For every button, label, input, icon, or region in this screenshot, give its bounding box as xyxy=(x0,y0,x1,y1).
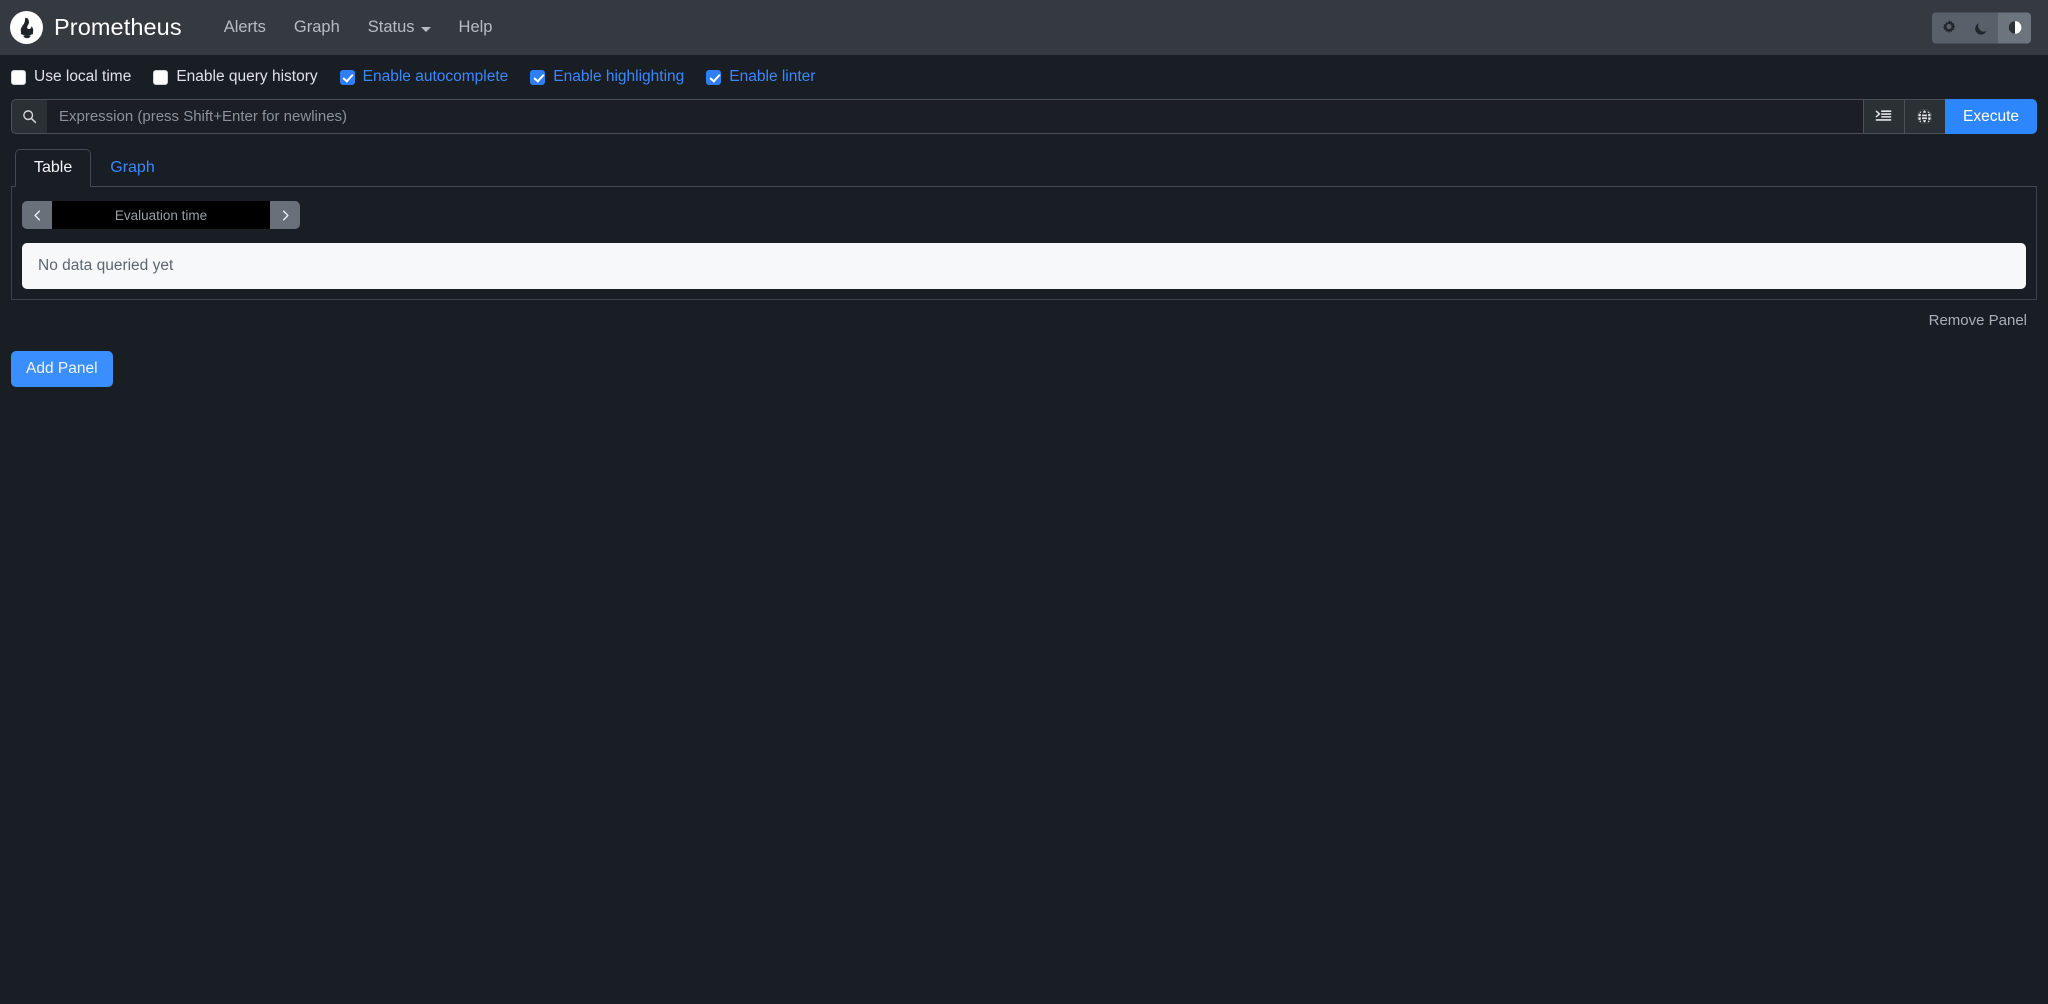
prometheus-torch-logo-icon xyxy=(10,11,43,44)
nav-link-help-label: Help xyxy=(458,18,493,36)
enable-autocomplete-label: Enable autocomplete xyxy=(362,68,509,85)
eval-time-prev-button[interactable] xyxy=(22,201,52,229)
panel-tabs: Table Graph xyxy=(11,149,2037,187)
nav-link-alerts[interactable]: Alerts xyxy=(210,12,280,43)
enable-linter-label: Enable linter xyxy=(729,68,816,85)
light-theme-button[interactable] xyxy=(1932,12,1965,43)
nav-link-graph-label: Graph xyxy=(293,18,340,36)
remove-panel-button[interactable]: Remove Panel xyxy=(1929,312,2027,329)
nav-links: Alerts Graph Status Help xyxy=(210,12,507,43)
execute-button[interactable]: Execute xyxy=(1944,99,2037,134)
enable-query-history-label: Enable query history xyxy=(176,68,318,85)
sun-gear-icon xyxy=(1942,20,1955,33)
option-enable-autocomplete[interactable]: Enable autocomplete xyxy=(339,68,509,86)
metrics-explorer-button[interactable] xyxy=(1862,99,1904,134)
remove-panel-row: Remove Panel xyxy=(11,300,2037,329)
tab-table[interactable]: Table xyxy=(15,149,92,187)
nav-link-alerts-label: Alerts xyxy=(223,18,266,36)
enable-highlighting-checkbox[interactable] xyxy=(530,69,546,85)
theme-toggle-group xyxy=(1932,12,2031,43)
chevron-left-icon xyxy=(33,209,40,221)
half-circle-contrast-icon xyxy=(2008,21,2021,34)
nav-link-status[interactable]: Status xyxy=(354,12,445,43)
enable-highlighting-label: Enable highlighting xyxy=(553,68,685,85)
add-panel-button[interactable]: Add Panel xyxy=(11,351,113,387)
evaluation-time-group xyxy=(22,201,300,229)
option-enable-highlighting[interactable]: Enable highlighting xyxy=(530,68,684,86)
chevron-down-icon xyxy=(420,26,431,32)
tab-graph[interactable]: Graph xyxy=(91,149,173,187)
moon-icon xyxy=(1975,22,1987,35)
nav-link-help[interactable]: Help xyxy=(445,12,507,43)
use-local-time-label: Use local time xyxy=(34,68,132,85)
search-icon-button[interactable] xyxy=(11,99,47,134)
enable-linter-checkbox[interactable] xyxy=(706,69,722,85)
option-enable-query-history[interactable]: Enable query history xyxy=(153,68,318,86)
expression-bar: Execute xyxy=(11,99,2037,134)
auto-theme-button[interactable] xyxy=(1998,12,2031,43)
evaluation-time-input[interactable] xyxy=(52,201,270,229)
eval-time-next-button[interactable] xyxy=(270,201,300,229)
enable-autocomplete-checkbox[interactable] xyxy=(339,69,355,85)
dark-theme-button[interactable] xyxy=(1965,12,1998,43)
query-panel: No data queried yet xyxy=(11,187,2037,300)
chevron-right-icon xyxy=(282,209,289,221)
metrics-explorer-icon xyxy=(1876,110,1892,121)
expression-bar-wrapper: Execute xyxy=(0,99,2048,134)
nav-link-status-label: Status xyxy=(367,18,415,36)
nav-link-graph[interactable]: Graph xyxy=(280,12,354,43)
query-options-row: Use local time Enable query history Enab… xyxy=(0,55,2048,99)
expression-input[interactable] xyxy=(47,99,1863,134)
navbar: Prometheus Alerts Graph Status Help xyxy=(0,0,2048,55)
add-panel-row: Add Panel xyxy=(0,329,2048,387)
option-enable-linter[interactable]: Enable linter xyxy=(706,68,815,86)
enable-query-history-checkbox[interactable] xyxy=(153,69,169,85)
globe-button[interactable] xyxy=(1903,99,1945,134)
brand-name: Prometheus xyxy=(54,14,182,40)
globe-icon xyxy=(1917,109,1933,124)
use-local-time-checkbox[interactable] xyxy=(11,69,26,85)
option-use-local-time[interactable]: Use local time xyxy=(11,68,131,86)
brand[interactable]: Prometheus xyxy=(10,11,182,44)
search-icon xyxy=(23,110,37,124)
no-data-alert: No data queried yet xyxy=(22,243,2026,289)
